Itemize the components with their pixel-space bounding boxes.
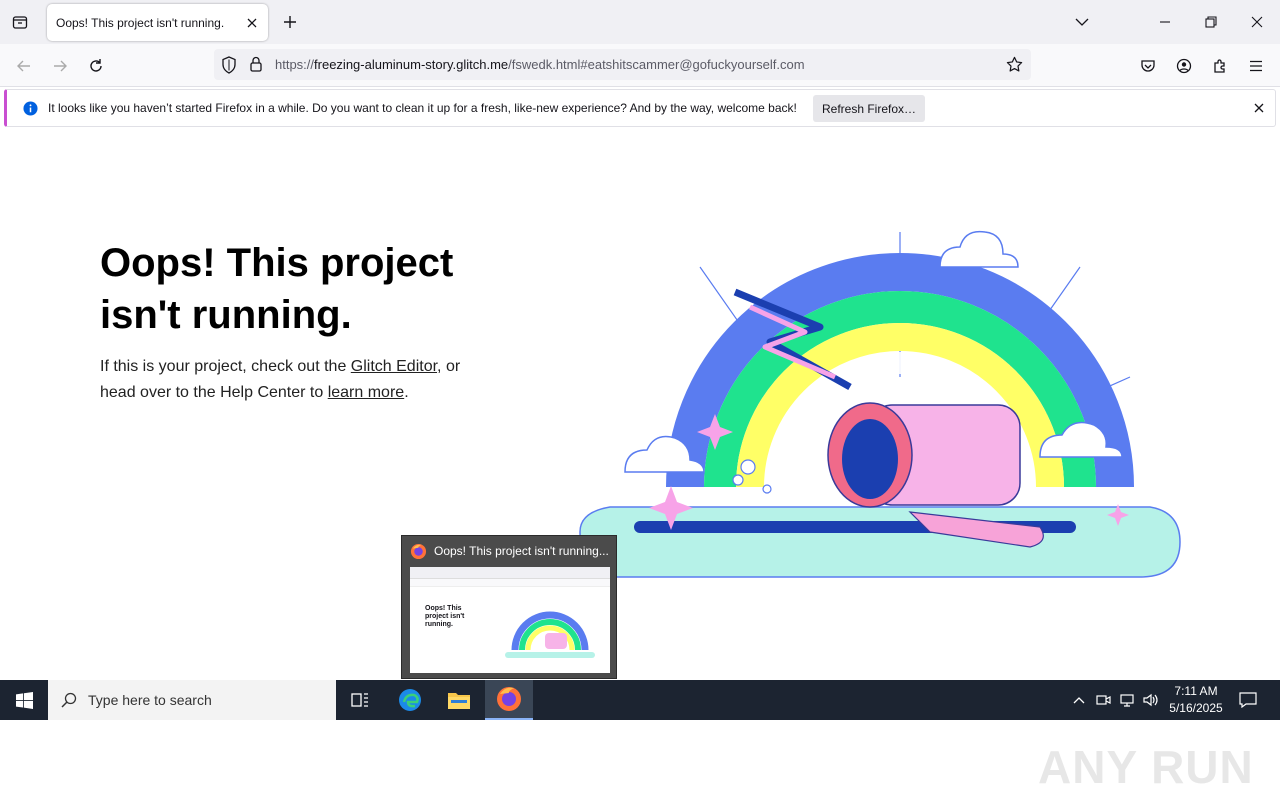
help-paragraph: If this is your project, check out the G… — [100, 354, 480, 406]
windows-logo-icon[interactable] — [0, 680, 48, 720]
file-explorer-icon[interactable] — [435, 680, 483, 720]
minimize-icon[interactable] — [1151, 8, 1179, 36]
firefox-icon — [410, 543, 427, 560]
notification-icon[interactable] — [1238, 690, 1258, 710]
forward-icon[interactable] — [46, 52, 74, 80]
taskbar-preview[interactable]: Oops! This project isn't running... Oops… — [401, 535, 617, 679]
rainbow-illustration — [579, 230, 1181, 578]
search-placeholder: Type here to search — [88, 692, 212, 708]
page-title: Oops! This project isn't running. — [100, 241, 454, 337]
clock-time: 7:11 AM — [1174, 684, 1218, 698]
extensions-icon[interactable] — [1206, 52, 1234, 80]
info-icon — [23, 101, 38, 121]
preview-headline: Oops! This project isn't running. — [425, 605, 465, 628]
taskbar: Type here to search 7:11 AM 5/16/2025 — [0, 680, 1280, 720]
task-view-icon[interactable] — [336, 680, 384, 720]
tab-title: Oops! This project isn't running. — [56, 15, 225, 30]
volume-icon[interactable] — [1141, 690, 1161, 710]
close-window-icon[interactable] — [1243, 8, 1271, 36]
close-icon[interactable] — [242, 13, 262, 33]
chevron-up-icon[interactable] — [1069, 690, 1089, 710]
glitch-editor-link[interactable]: Glitch Editor — [351, 358, 437, 375]
search-icon — [61, 692, 77, 713]
reload-icon[interactable] — [82, 52, 110, 80]
clock[interactable]: 7:11 AM 5/16/2025 — [1160, 683, 1232, 717]
para-text: If this is your project, check out the — [100, 358, 351, 375]
page-content: Oops! This project isn't running. If thi… — [0, 132, 1280, 793]
edge-icon[interactable] — [386, 680, 434, 720]
network-icon[interactable] — [1117, 690, 1137, 710]
clock-date: 5/16/2025 — [1169, 701, 1223, 715]
close-icon[interactable] — [1251, 100, 1267, 116]
star-icon[interactable] — [1006, 56, 1023, 78]
preview-image: Oops! This project isn't running. — [410, 567, 610, 673]
refresh-firefox-notification: It looks like you haven’t started Firefo… — [4, 89, 1276, 127]
learn-more-link[interactable]: learn more — [328, 384, 404, 401]
account-icon[interactable] — [1170, 52, 1198, 80]
watermark: ANY RUN — [1038, 741, 1254, 793]
refresh-firefox-button[interactable]: Refresh Firefox… — [813, 95, 925, 122]
restore-icon[interactable] — [1197, 8, 1225, 36]
firefox-icon[interactable] — [485, 680, 533, 720]
plus-icon[interactable] — [280, 12, 300, 32]
preview-title: Oops! This project isn't running... — [434, 544, 609, 558]
pocket-icon[interactable] — [1134, 52, 1162, 80]
back-icon[interactable] — [10, 52, 38, 80]
chevron-down-icon[interactable] — [1068, 8, 1096, 36]
para-text: . — [404, 384, 409, 401]
tab-list-icon[interactable] — [8, 10, 32, 34]
lock-icon[interactable] — [249, 56, 263, 77]
meet-now-icon[interactable] — [1093, 690, 1113, 710]
notification-text: It looks like you haven’t started Firefo… — [48, 101, 797, 115]
url-text: https://freezing-aluminum-story.glitch.m… — [275, 57, 805, 72]
menu-icon[interactable] — [1242, 52, 1270, 80]
taskbar-search[interactable]: Type here to search — [48, 680, 336, 720]
nav-bar: https://freezing-aluminum-story.glitch.m… — [0, 44, 1280, 87]
shield-icon[interactable] — [221, 56, 237, 79]
tab-bar: Oops! This project isn't running. — [0, 0, 1280, 44]
tab-active[interactable]: Oops! This project isn't running. — [47, 4, 268, 41]
url-bar[interactable]: https://freezing-aluminum-story.glitch.m… — [214, 49, 1031, 80]
